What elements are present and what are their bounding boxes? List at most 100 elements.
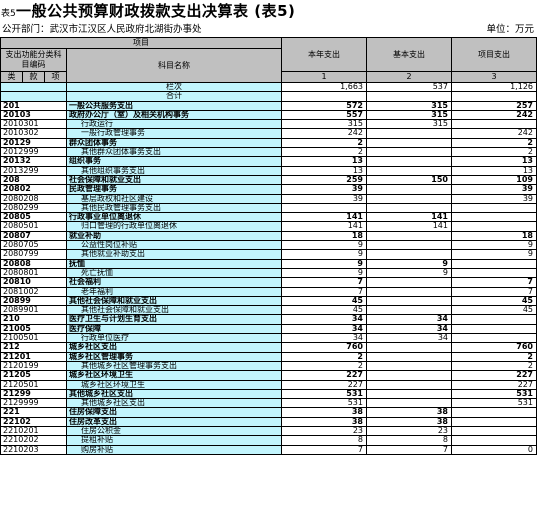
table-row: 20103 政府办公厅（室）及相关机构事务 557 315 242: [0, 109, 537, 121]
row-code: 21205: [0, 370, 67, 381]
row-current: 557: [281, 109, 367, 121]
row-name: 民政管理事务: [66, 184, 282, 195]
table-row: 20805 行政事业单位离退休 141 141: [0, 212, 537, 223]
row-code: 2081002: [0, 286, 67, 297]
total-spacer-2: [366, 91, 452, 102]
row-name: 公益性岗位补贴: [66, 240, 282, 251]
row-basic: [366, 351, 452, 362]
row-project: [451, 119, 537, 130]
row-project: 13: [451, 165, 537, 176]
row-name: 其他城乡社区支出: [66, 398, 282, 409]
header-col1: 1: [281, 71, 367, 83]
table-row: 2129999 其他城乡社区支出 531 531: [0, 398, 537, 409]
table-row: 20802 民政管理事务 39 39: [0, 184, 537, 195]
row-current: 531: [281, 398, 367, 409]
row-basic: [366, 128, 452, 139]
table-row: 21299 其他城乡社区支出 531 531: [0, 388, 537, 400]
row-current: 34: [281, 314, 367, 325]
row-code: 2210201: [0, 425, 67, 437]
row-name: 一般公共服务支出: [66, 100, 282, 111]
header-sub: 项: [44, 71, 67, 83]
row-name: 其他群众团体事务支出: [66, 147, 282, 158]
row-basic: 9: [366, 258, 452, 269]
row-current: 760: [281, 342, 367, 353]
row-basic: 150: [366, 174, 452, 186]
table-row: 21201 城乡社区管理事务 2 2: [0, 351, 537, 362]
row-code: 2013299: [0, 165, 67, 176]
row-code: 20808: [0, 258, 67, 269]
row-name: 住房保障支出: [66, 407, 282, 418]
row-project: 7: [451, 277, 537, 288]
table-row: 20899 其他社会保障和就业支出 45 45: [0, 295, 537, 307]
row-basic: 38: [366, 416, 452, 428]
total-spacer-3: [451, 91, 537, 102]
row-name: 医疗保障: [66, 323, 282, 335]
row-basic: 23: [366, 425, 452, 437]
row-current: 227: [281, 379, 367, 390]
row-current: 7: [281, 444, 367, 455]
table-row: 221 住房保障支出 38 38: [0, 407, 537, 418]
row-current: 39: [281, 184, 367, 195]
row-current: 9: [281, 258, 367, 269]
row-basic: 141: [366, 212, 452, 223]
row-current: [281, 202, 367, 214]
row-code: 2080799: [0, 249, 67, 260]
row-name: 其他社会保障和就业支出: [66, 305, 282, 316]
row-name: 就业补助: [66, 230, 282, 242]
header-col3: 3: [451, 71, 537, 83]
row-name: 其他民政管理事务支出: [66, 202, 282, 214]
row-name: 行政事业单位离退休: [66, 212, 282, 223]
row-code: 2100501: [0, 332, 67, 344]
row-basic: [366, 193, 452, 204]
total-spacer-1: [281, 91, 367, 102]
row-name: 归口管理的行政单位离退休: [66, 221, 282, 232]
total-current: 1,663: [281, 81, 367, 93]
header-col2: 2: [366, 71, 452, 83]
row-project: 0: [451, 444, 537, 455]
row-project: 2: [451, 137, 537, 149]
row-basic: 315: [366, 109, 452, 121]
row-basic: 315: [366, 119, 452, 130]
row-name: 行政运行: [66, 119, 282, 130]
row-project: 39: [451, 193, 537, 204]
row-basic: [366, 147, 452, 158]
row-name: 城乡社区支出: [66, 342, 282, 353]
table-row: 20132 组织事务 13 13: [0, 156, 537, 167]
row-name: 基层政权和社区建设: [66, 193, 282, 204]
table-row: 20808 抚恤 9 9: [0, 258, 537, 269]
row-code: 2129999: [0, 398, 67, 409]
table-row: 2080801 死亡抚恤 9 9: [0, 267, 537, 279]
row-code: 2080705: [0, 240, 67, 251]
row-project: [451, 416, 537, 428]
row-code: 2012999: [0, 147, 67, 158]
row-project: 227: [451, 379, 537, 390]
row-project: [451, 425, 537, 437]
row-code: 20899: [0, 295, 67, 307]
row-code: 20132: [0, 156, 67, 167]
row-current: 34: [281, 332, 367, 344]
row-basic: [366, 305, 452, 316]
row-current: 2: [281, 351, 367, 362]
table-row: 2080501 归口管理的行政单位离退休 141 141: [0, 221, 537, 232]
table-row: 2120501 城乡社区环境卫生 227 227: [0, 379, 537, 390]
table-tag: 表5: [1, 9, 16, 19]
row-project: 242: [451, 128, 537, 139]
row-name: 社会保障和就业支出: [66, 174, 282, 186]
row-project: [451, 221, 537, 232]
row-code: 20103: [0, 109, 67, 121]
row-name: 老年福利: [66, 286, 282, 297]
row-project: 2: [451, 360, 537, 372]
row-current: 8: [281, 435, 367, 446]
table-row: 212 城乡社区支出 760 760: [0, 342, 537, 353]
header-project: 项目: [0, 37, 282, 49]
row-current: 141: [281, 212, 367, 223]
row-name: 行政单位医疗: [66, 332, 282, 344]
table-row: 20129 群众团体事务 2 2: [0, 137, 537, 149]
total-basic: 537: [366, 81, 452, 93]
row-code: 210: [0, 314, 67, 325]
row-project: [451, 407, 537, 418]
table-row: 2210201 住房公积金 23 23: [0, 425, 537, 437]
row-code: 2210203: [0, 444, 67, 455]
row-basic: [366, 202, 452, 214]
header-func-code: 支出功能分类科目编码: [0, 48, 67, 72]
